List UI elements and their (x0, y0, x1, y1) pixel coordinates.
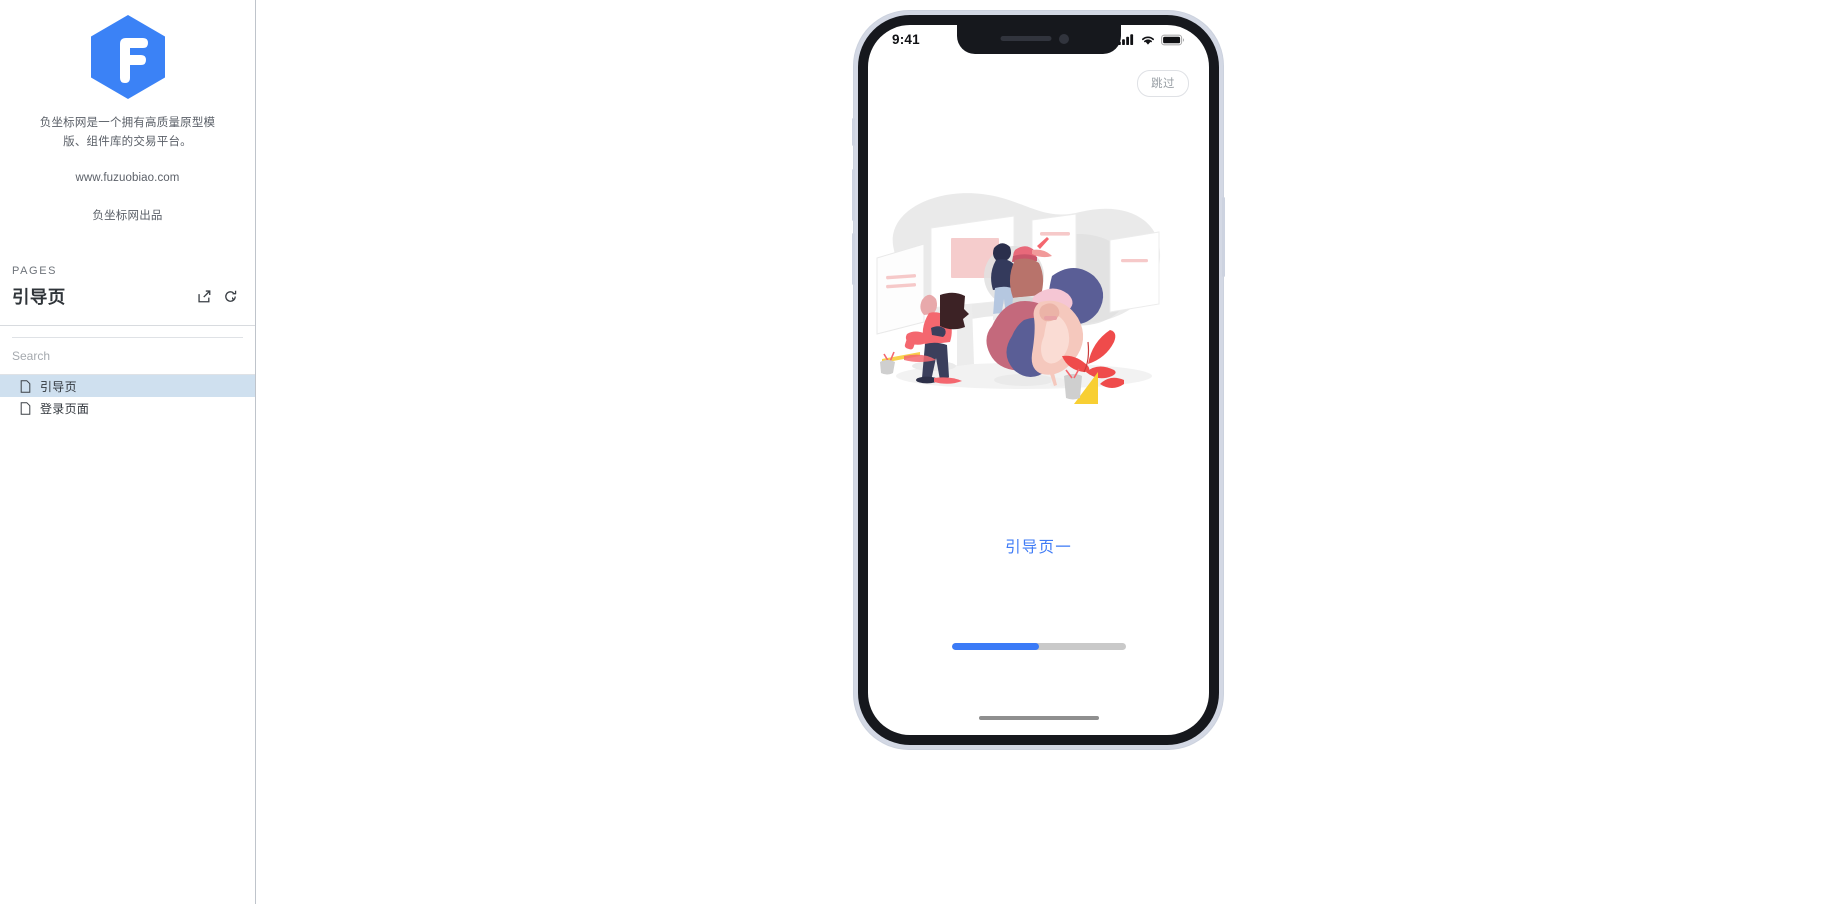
document-icon (20, 379, 31, 393)
list-item-label: 登录页面 (40, 401, 90, 416)
earpiece-speaker (1000, 36, 1051, 41)
pages-header: PAGES 引导页 (0, 265, 255, 309)
device-volume-down-button[interactable] (852, 233, 855, 285)
sidebar-divider (0, 325, 255, 327)
pages-actions (196, 288, 239, 305)
export-icon[interactable] (196, 288, 213, 305)
sidebar-item-login-page[interactable]: 登录页面 (0, 397, 255, 419)
device-volume-up-button[interactable] (852, 169, 855, 221)
brand-description: 负坐标网是一个拥有高质量原型模版、组件库的交易平台。 (39, 117, 216, 148)
brand-block: 负坐标网是一个拥有高质量原型模版、组件库的交易平台。 www.fuzuobiao… (0, 0, 255, 223)
device-frame: 9:41 跳过 引导页一 (852, 11, 1225, 749)
hexagon-f-logo-icon (90, 15, 165, 99)
status-time: 9:41 (892, 32, 920, 47)
pages-section-label: PAGES (12, 265, 58, 278)
sidebar: 负坐标网是一个拥有高质量原型模版、组件库的交易平台。 www.fuzuobiao… (0, 0, 256, 904)
device-screen: 9:41 跳过 引导页一 (868, 25, 1209, 735)
brand-url: www.fuzuobiao.com (75, 172, 180, 185)
device-silent-switch[interactable] (852, 118, 855, 146)
onboarding-progress-fill (951, 643, 1039, 650)
onboarding-progress-bar[interactable] (951, 643, 1126, 650)
device-notch (956, 25, 1121, 54)
art-gallery-illustration (876, 193, 1161, 404)
pages-title-row: 引导页 (12, 284, 243, 309)
app-root: 负坐标网是一个拥有高质量原型模版、组件库的交易平台。 www.fuzuobiao… (0, 0, 1830, 904)
document-icon (20, 401, 31, 415)
battery-full-icon (1161, 34, 1184, 45)
cellular-signal-icon (1118, 34, 1134, 45)
status-indicators (1118, 34, 1185, 46)
wifi-icon (1142, 36, 1154, 45)
refresh-icon[interactable] (222, 288, 239, 305)
search-wrap (0, 337, 255, 375)
front-camera-icon (1058, 34, 1069, 44)
brand-byline: 负坐标网出品 (92, 210, 163, 223)
device-power-button[interactable] (1222, 197, 1225, 277)
onboarding-page-title: 引导页一 (1005, 539, 1072, 556)
list-item-label: 引导页 (40, 379, 77, 394)
search-input[interactable] (12, 338, 243, 375)
page-title: 引导页 (12, 287, 66, 308)
sidebar-item-guide-page[interactable]: 引导页 (0, 375, 255, 398)
page-list: 引导页 登录页面 (0, 375, 255, 419)
logo-wrap (20, 14, 235, 100)
skip-button[interactable]: 跳过 (1137, 70, 1189, 97)
preview-canvas: 9:41 跳过 引导页一 (256, 0, 1830, 904)
home-indicator[interactable] (978, 716, 1099, 720)
